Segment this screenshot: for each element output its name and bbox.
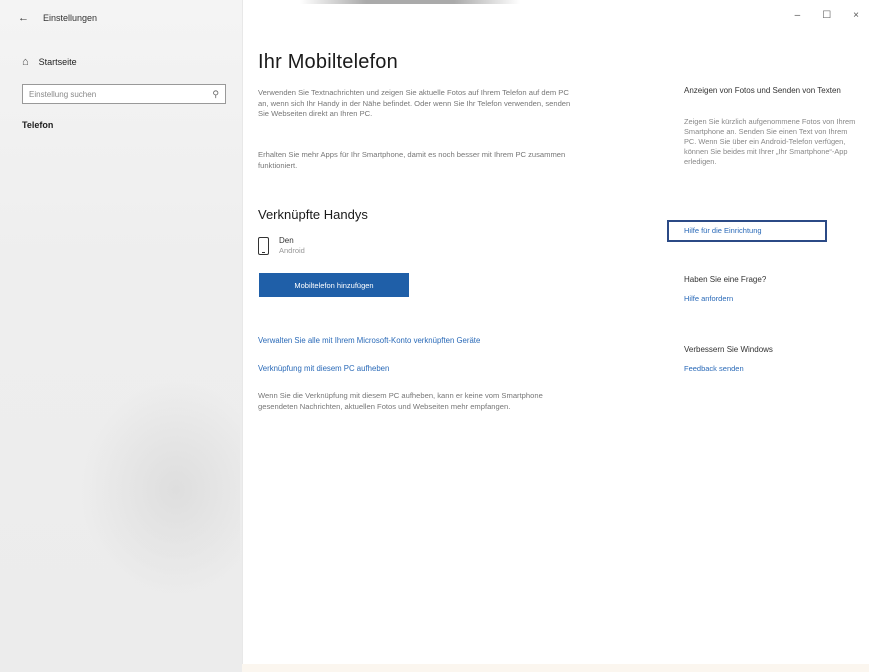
- get-help-link[interactable]: Hilfe anfordern: [684, 294, 733, 303]
- photos-texts-heading: Anzeigen von Fotos und Senden von Texten: [684, 86, 841, 95]
- question-heading: Haben Sie eine Frage?: [684, 275, 767, 284]
- sidebar-item-telefon[interactable]: Telefon: [22, 120, 53, 130]
- close-button[interactable]: ×: [853, 10, 859, 21]
- unlink-paragraph: Wenn Sie die Verknüpfung mit diesem PC a…: [258, 391, 543, 411]
- sidebar-item-home[interactable]: ⌂ Startseite: [22, 56, 77, 68]
- titlebar-obscured-text: [300, 0, 520, 4]
- minimize-button[interactable]: –: [795, 10, 801, 21]
- sidebar-background-blur: [80, 380, 240, 600]
- unlink-pc-link[interactable]: Verknüpfung mit diesem PC aufheben: [258, 364, 389, 373]
- apps-paragraph: Erhalten Sie mehr Apps für Ihr Smartphon…: [258, 150, 566, 170]
- linked-device: Den Android: [258, 236, 305, 256]
- search-placeholder: Einstellung suchen: [29, 89, 97, 99]
- window-controls: – ☐ ×: [795, 10, 859, 21]
- maximize-button[interactable]: ☐: [822, 10, 831, 21]
- search-icon[interactable]: ⚲: [212, 89, 219, 100]
- window-title: Einstellungen: [43, 13, 98, 23]
- manage-devices-link[interactable]: Verwalten Sie alle mit Ihrem Microsoft-K…: [258, 336, 480, 345]
- settings-search-input[interactable]: Einstellung suchen ⚲: [22, 84, 226, 104]
- device-os: Android: [279, 246, 305, 255]
- highlight-box: [667, 220, 827, 242]
- phone-icon: [258, 237, 269, 255]
- improve-windows-heading: Verbessern Sie Windows: [684, 345, 773, 354]
- page-title: Ihr Mobiltelefon: [258, 51, 398, 73]
- intro-paragraph: Verwenden Sie Textnachrichten und zeigen…: [258, 88, 571, 118]
- back-arrow-icon[interactable]: ←: [18, 12, 29, 24]
- home-label: Startseite: [38, 57, 77, 67]
- add-phone-button[interactable]: Mobiltelefon hinzufügen: [259, 273, 409, 297]
- home-icon: ⌂: [22, 56, 29, 68]
- linked-phones-heading: Verknüpfte Handys: [258, 207, 368, 222]
- bottom-edge: [242, 664, 869, 672]
- send-feedback-link[interactable]: Feedback senden: [684, 364, 744, 373]
- titlebar: ← Einstellungen: [18, 12, 97, 24]
- photos-texts-paragraph: Zeigen Sie kürzlich aufgenommene Fotos v…: [684, 117, 856, 166]
- device-name: Den: [279, 236, 294, 245]
